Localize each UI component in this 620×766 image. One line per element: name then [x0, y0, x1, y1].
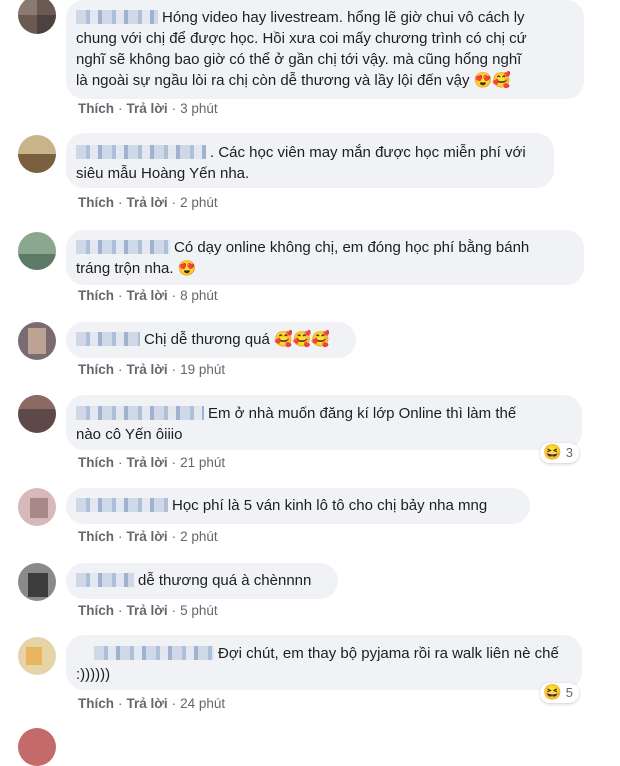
author-name[interactable] [76, 10, 158, 24]
reaction-count[interactable]: 😆 3 [540, 443, 579, 463]
comment-bubble: dễ thương quá à chènnnn [66, 563, 338, 599]
like-button[interactable]: Thích [78, 288, 114, 303]
comment-bubble: Học phí là 5 ván kinh lô tô cho chị bảy … [66, 488, 530, 524]
author-name[interactable] [76, 573, 134, 587]
comment-time[interactable]: 21 phút [180, 455, 225, 470]
comment-time[interactable]: 19 phút [180, 362, 225, 377]
avatar[interactable] [18, 0, 56, 34]
author-name[interactable] [76, 332, 140, 346]
comment-text: chung với chị để được học. Hồi xưa coi m… [76, 30, 527, 47]
comment-actions: Thích · Trả lời · 5 phút [78, 603, 218, 618]
comment-actions: Thích · Trả lời · 24 phút [78, 696, 226, 711]
comment-bubble: Hóng video hay livestream. hổng lẽ giờ c… [66, 0, 584, 99]
avatar[interactable] [18, 728, 56, 766]
comment-text: dễ thương quá à chènnnn [138, 572, 312, 589]
like-button[interactable]: Thích [78, 455, 114, 470]
comment-bubble: Chị dễ thương quá 🥰🥰🥰 [66, 322, 356, 358]
like-button[interactable]: Thích [78, 529, 114, 544]
comment-actions: Thích · Trả lời · 2 phút [78, 195, 218, 210]
comment-bubble: . Các học viên may mắn được học miễn phí… [66, 133, 554, 188]
reaction-count[interactable]: 😆 5 [540, 683, 579, 703]
comment-text: là ngoài sự ngầu lòi ra chị còn dễ thươn… [76, 72, 512, 89]
avatar[interactable] [18, 488, 56, 526]
comment-actions: Thích · Trả lời · 8 phút [78, 288, 218, 303]
comment-bubble: Đợi chút, em thay bộ pyjama rồi ra walk … [66, 635, 582, 690]
avatar[interactable] [18, 637, 56, 675]
comment-text: Chị dễ thương quá 🥰🥰🥰 [144, 331, 330, 348]
comment-time[interactable]: 5 phút [180, 603, 218, 618]
author-name[interactable] [94, 646, 214, 660]
avatar[interactable] [18, 232, 56, 270]
comment-time[interactable]: 2 phút [180, 529, 218, 544]
avatar[interactable] [18, 322, 56, 360]
reply-button[interactable]: Trả lời [127, 362, 168, 377]
comment-time[interactable]: 24 phút [180, 696, 225, 711]
comment-actions: Thích · Trả lời · 3 phút [78, 101, 218, 116]
comment-time[interactable]: 2 phút [180, 195, 218, 210]
reply-button[interactable]: Trả lời [127, 455, 168, 470]
haha-icon: 😆 [543, 444, 562, 461]
comment-bubble: Có dạy online không chị, em đóng học phí… [66, 230, 584, 285]
like-button[interactable]: Thích [78, 362, 114, 377]
comment-bubble: Em ở nhà muốn đăng kí lớp Online thì làm… [66, 395, 582, 450]
author-name[interactable] [76, 145, 206, 159]
comment-text: Học phí là 5 ván kinh lô tô cho chị bảy … [172, 497, 488, 514]
reply-button[interactable]: Trả lời [127, 603, 168, 618]
like-button[interactable]: Thích [78, 603, 114, 618]
comment-actions: Thích · Trả lời · 19 phút [78, 362, 226, 377]
like-button[interactable]: Thích [78, 195, 114, 210]
author-name[interactable] [76, 240, 170, 254]
reply-button[interactable]: Trả lời [127, 288, 168, 303]
comment-time[interactable]: 3 phút [180, 101, 218, 116]
comment-text: nghĩ sẽ không bao giờ có thể ở gần chị t… [76, 51, 522, 68]
like-button[interactable]: Thích [78, 101, 114, 116]
like-button[interactable]: Thích [78, 696, 114, 711]
author-name[interactable] [76, 406, 204, 420]
comment-actions: Thích · Trả lời · 21 phút [78, 455, 226, 470]
reply-button[interactable]: Trả lời [127, 529, 168, 544]
reply-button[interactable]: Trả lời [127, 101, 168, 116]
comment-time[interactable]: 8 phút [180, 288, 218, 303]
reply-button[interactable]: Trả lời [127, 696, 168, 711]
author-name[interactable] [76, 498, 168, 512]
avatar[interactable] [18, 135, 56, 173]
avatar[interactable] [18, 395, 56, 433]
comment-text: Hóng video hay livestream. hổng lẽ giờ c… [162, 9, 525, 26]
avatar[interactable] [18, 563, 56, 601]
haha-icon: 😆 [543, 684, 562, 701]
comment-actions: Thích · Trả lời · 2 phút [78, 529, 218, 544]
reply-button[interactable]: Trả lời [127, 195, 168, 210]
